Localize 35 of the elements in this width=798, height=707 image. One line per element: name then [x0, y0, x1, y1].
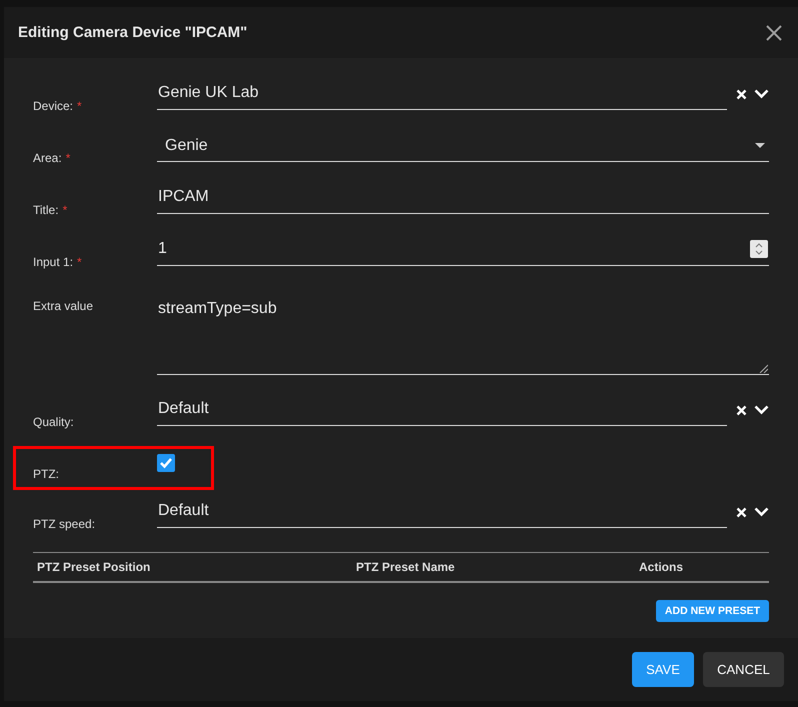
chevron-down-icon[interactable]: [754, 507, 769, 518]
column-header: Actions: [639, 560, 684, 574]
cancel-button[interactable]: CANCEL: [703, 652, 784, 688]
field-label: Input 1:: [33, 255, 74, 270]
clear-icon[interactable]: [736, 405, 747, 416]
text-field[interactable]: IPCAM: [157, 186, 769, 214]
dialog-title: Editing Camera Device "IPCAM": [18, 24, 248, 42]
field-label: Device:: [33, 99, 74, 114]
chevron-down-icon[interactable]: [754, 405, 769, 416]
field-label: PTZ:: [33, 467, 59, 482]
field-label: Title:: [33, 203, 59, 218]
number-field[interactable]: 1: [157, 238, 769, 266]
resize-grip-icon[interactable]: [758, 363, 768, 374]
column-header: PTZ Preset Name: [356, 560, 456, 574]
dropdown-field[interactable]: Genie: [157, 134, 769, 162]
select-field[interactable]: Default: [157, 398, 727, 426]
select-field[interactable]: Genie UK Lab: [157, 82, 727, 110]
clear-icon[interactable]: [736, 89, 747, 100]
spinner-icon[interactable]: [750, 240, 768, 258]
checkbox[interactable]: [157, 454, 175, 472]
select-field[interactable]: Default: [157, 500, 727, 528]
textarea-field[interactable]: streamType=sub: [157, 290, 769, 376]
chevron-down-icon[interactable]: [754, 89, 769, 100]
caret-icon: [755, 143, 765, 148]
required-mark: *: [77, 255, 82, 270]
field-label: Extra value: [33, 299, 94, 314]
close-icon[interactable]: [766, 24, 782, 41]
required-mark: *: [77, 99, 82, 114]
field-label: PTZ speed:: [33, 517, 96, 532]
required-mark: *: [62, 203, 68, 218]
column-header: PTZ Preset Position: [37, 560, 152, 574]
field-label: Quality:: [33, 415, 74, 430]
field-label: Area:: [33, 151, 62, 166]
required-mark: *: [66, 151, 70, 166]
clear-icon[interactable]: [736, 507, 747, 518]
